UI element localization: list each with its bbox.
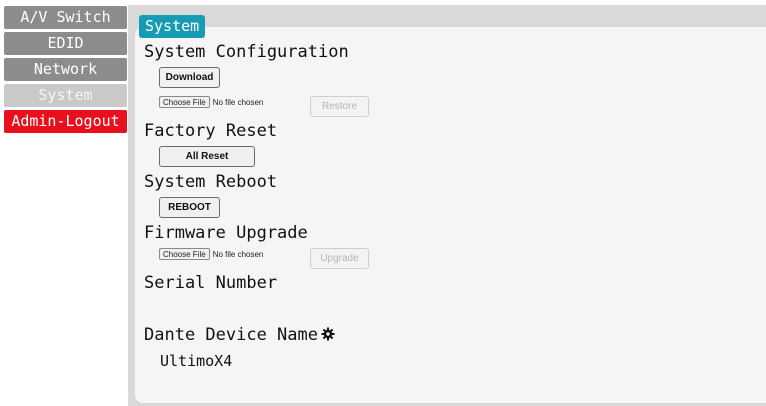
dante-device-name-heading: Dante Device Name <box>144 325 335 345</box>
system-configuration-heading: System Configuration <box>144 42 349 62</box>
choose-file-button[interactable]: Choose File <box>159 248 210 260</box>
gear-icon[interactable] <box>321 326 335 341</box>
sidebar: A/V Switch EDID Network System Admin-Log… <box>0 0 128 406</box>
factory-reset-heading: Factory Reset <box>144 121 278 141</box>
upgrade-button[interactable]: Upgrade <box>310 248 369 269</box>
tab-system[interactable]: System <box>139 15 206 38</box>
sidebar-item-edid[interactable]: EDID <box>4 32 127 55</box>
system-reboot-heading: System Reboot <box>144 172 278 192</box>
choose-file-button[interactable]: Choose File <box>159 96 210 108</box>
system-panel <box>135 27 766 403</box>
download-button[interactable]: Download <box>159 67 220 88</box>
serial-number-heading: Serial Number <box>144 273 278 293</box>
dante-heading-label: Dante Device Name <box>144 325 318 345</box>
all-reset-button[interactable]: All Reset <box>159 146 255 167</box>
file-status-text: No file chosen <box>212 249 264 259</box>
dante-device-name-value: UltimoX4 <box>160 352 233 370</box>
sidebar-item-av-switch[interactable]: A/V Switch <box>4 6 127 29</box>
firmware-file-input[interactable]: Choose File No file chosen <box>159 247 263 261</box>
firmware-upgrade-heading: Firmware Upgrade <box>144 223 308 243</box>
config-file-input[interactable]: Choose File No file chosen <box>159 95 263 109</box>
restore-button[interactable]: Restore <box>310 96 369 117</box>
file-status-text: No file chosen <box>212 97 264 107</box>
sidebar-item-admin-logout[interactable]: Admin-Logout <box>4 110 127 133</box>
reboot-button[interactable]: REBOOT <box>159 197 220 218</box>
sidebar-item-system[interactable]: System <box>4 84 127 107</box>
sidebar-item-network[interactable]: Network <box>4 58 127 81</box>
